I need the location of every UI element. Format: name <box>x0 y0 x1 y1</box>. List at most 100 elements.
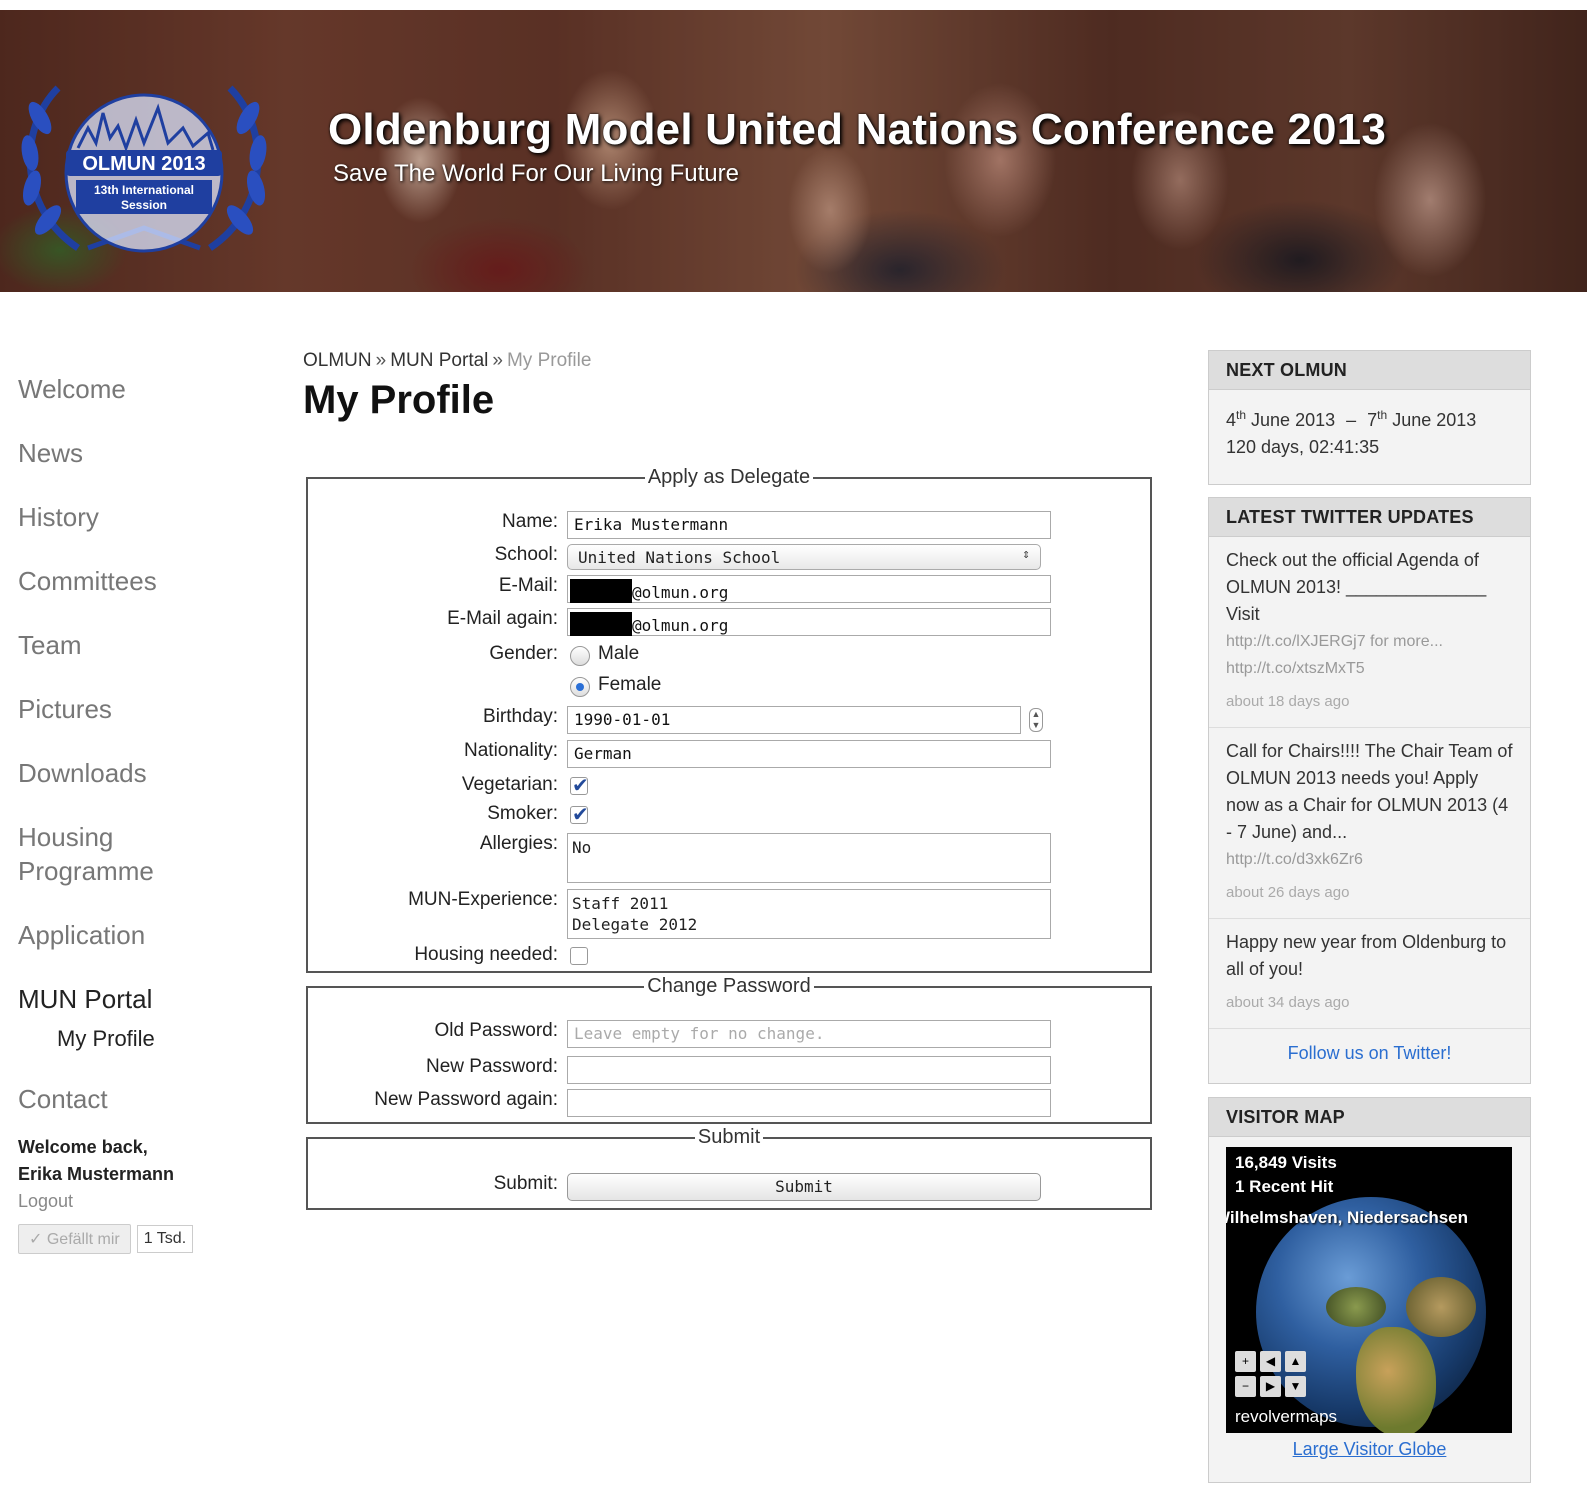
gender-label: Gender: <box>489 643 558 664</box>
breadcrumb-current: My Profile <box>506 350 592 371</box>
large-visitor-globe-link[interactable]: Large Visitor Globe <box>1209 1439 1530 1468</box>
like-count: 1 Tsd. <box>136 1225 194 1253</box>
site-header: OLMUN 2013 13th International Session Ol… <box>0 10 1587 292</box>
new-password-input[interactable] <box>567 1056 1051 1084</box>
name-input[interactable]: Erika Mustermann <box>567 511 1051 539</box>
rotate-left-icon[interactable]: ◀ <box>1260 1351 1281 1372</box>
mun-experience-textarea[interactable]: Staff 2011 Delegate 2012 <box>567 889 1051 939</box>
rotate-down-icon[interactable]: ▼ <box>1285 1376 1306 1397</box>
nav-item-housing-programme[interactable]: Housing Programme <box>18 820 178 888</box>
breadcrumb-mun-portal[interactable]: MUN Portal <box>390 350 488 371</box>
visitor-map-box: VISITOR MAP 16,849 Visits 1 Recent Hit W… <box>1208 1097 1531 1483</box>
birthday-label: Birthday: <box>483 706 558 727</box>
vegetarian-label: Vegetarian: <box>461 774 558 795</box>
new-password-again-input[interactable] <box>567 1089 1051 1117</box>
breadcrumb-separator: » <box>492 350 503 371</box>
tweet-time[interactable]: about 26 days ago <box>1226 879 1513 906</box>
site-subtitle: Save The World For Our Living Future <box>333 160 739 187</box>
svg-text:Session: Session <box>121 198 167 212</box>
old-password-label: Old Password: <box>434 1020 558 1041</box>
mun-experience-label: MUN-Experience: <box>408 889 558 910</box>
allergies-label: Allergies: <box>479 833 558 854</box>
site-title: Oldenburg Model United Nations Conferenc… <box>328 105 1387 154</box>
recent-location: Wilhelmshaven, Niedersachsen <box>1226 1208 1469 1227</box>
birthday-input[interactable]: 1990-01-01 <box>567 706 1021 734</box>
tweet-item: Happy new year from Oldenburg to all of … <box>1209 919 1530 1029</box>
nav-item-contact[interactable]: Contact <box>18 1082 248 1116</box>
change-password-fieldset: Change Password Old Password: Leave empt… <box>306 975 1152 1124</box>
email-again-input[interactable]: @olmun.org <box>567 608 1051 636</box>
nav-item-committees[interactable]: Committees <box>18 564 248 598</box>
school-select[interactable]: United Nations School ⇕ <box>567 544 1041 570</box>
nav-item-news[interactable]: News <box>18 436 248 470</box>
nav-item-welcome[interactable]: Welcome <box>18 372 248 406</box>
new-password-label: New Password: <box>426 1056 558 1077</box>
tweet-text: Happy new year from Oldenburg to all of … <box>1226 932 1507 979</box>
tweet-time[interactable]: about 18 days ago <box>1226 688 1513 715</box>
nav-item-downloads[interactable]: Downloads <box>18 756 248 790</box>
apply-delegate-fieldset: Apply as Delegate Name: Erika Mustermann… <box>306 466 1152 973</box>
nationality-label: Nationality: <box>464 740 558 761</box>
housing-needed-checkbox[interactable] <box>570 947 588 965</box>
revolvermaps-brand[interactable]: revolvermaps <box>1235 1407 1337 1427</box>
visit-count: 16,849 Visits <box>1235 1153 1337 1172</box>
birthday-stepper-icon[interactable]: ▲ ▼ <box>1029 708 1043 732</box>
next-olmun-box: NEXT OLMUN 4th June 2013 – 7th June 2013… <box>1208 350 1531 485</box>
submit-button[interactable]: Submit <box>567 1173 1041 1201</box>
tweet-time[interactable]: about 34 days ago <box>1226 989 1513 1016</box>
tweet-text: Check out the official Agenda of OLMUN 2… <box>1226 550 1487 624</box>
change-password-legend: Change Password <box>647 975 811 997</box>
nav-item-team[interactable]: Team <box>18 628 248 662</box>
submit-fieldset: Submit Submit: Submit <box>306 1126 1152 1210</box>
date-dash: – <box>1346 410 1357 430</box>
submit-legend: Submit <box>697 1126 761 1148</box>
allergies-textarea[interactable]: No <box>567 833 1051 883</box>
tweet-link[interactable]: http://t.co/d3xk6Zr6 <box>1226 846 1513 873</box>
email-input[interactable]: @olmun.org <box>567 575 1051 603</box>
school-select-value: United Nations School <box>578 548 781 567</box>
submit-label: Submit: <box>493 1173 558 1194</box>
email-again-label: E-Mail again: <box>447 608 558 629</box>
end-day-suffix: th <box>1377 408 1388 422</box>
email-domain: @olmun.org <box>632 583 729 602</box>
apply-delegate-legend: Apply as Delegate <box>647 466 811 488</box>
smoker-checkbox[interactable] <box>570 802 589 827</box>
gender-female-label: Female <box>598 674 662 695</box>
email-label: E-Mail: <box>498 575 558 596</box>
nav-item-history[interactable]: History <box>18 500 248 534</box>
follow-twitter-link[interactable]: Follow us on Twitter! <box>1209 1029 1530 1080</box>
start-day: 4 <box>1226 410 1237 430</box>
new-password-again-label: New Password again: <box>374 1089 558 1110</box>
end-month-year: June 2013 <box>1387 410 1477 430</box>
page-title: My Profile <box>303 378 495 422</box>
rotate-up-icon[interactable]: ▲ <box>1285 1351 1306 1372</box>
school-label: School: <box>494 544 558 565</box>
olmun-logo[interactable]: OLMUN 2013 13th International Session <box>18 58 270 268</box>
twitter-box: LATEST TWITTER UPDATES Check out the off… <box>1208 497 1531 1084</box>
nationality-input[interactable]: German <box>567 740 1051 768</box>
nav-item-mun-portal[interactable]: MUN Portal <box>18 982 248 1016</box>
start-day-suffix: th <box>1236 408 1247 422</box>
gender-female-radio[interactable] <box>570 677 590 697</box>
nav-item-application[interactable]: Application <box>18 918 248 952</box>
zoom-out-icon[interactable]: − <box>1235 1376 1256 1397</box>
gender-male-label: Male <box>598 643 640 664</box>
end-day: 7 <box>1367 410 1378 430</box>
nav-subitem-my-profile[interactable]: My Profile <box>57 1026 248 1052</box>
breadcrumb-separator: » <box>375 350 387 371</box>
tweet-link[interactable]: http://t.co/lXJERGj7 for more... http://… <box>1226 628 1513 682</box>
welcome-line-1: Welcome back, <box>18 1137 148 1157</box>
like-button[interactable]: ✓ Gefällt mir <box>18 1224 131 1254</box>
breadcrumb-olmun[interactable]: OLMUN <box>303 350 372 371</box>
nav-item-pictures[interactable]: Pictures <box>18 692 248 726</box>
twitter-title: LATEST TWITTER UPDATES <box>1209 498 1530 537</box>
old-password-input[interactable]: Leave empty for no change. <box>567 1020 1051 1048</box>
visitor-globe[interactable]: 16,849 Visits 1 Recent Hit Wilhelmshaven… <box>1226 1147 1512 1433</box>
logout-link[interactable]: Logout <box>18 1191 73 1211</box>
zoom-in-icon[interactable]: + <box>1235 1351 1256 1372</box>
start-month-year: June 2013 <box>1246 410 1336 430</box>
vegetarian-checkbox[interactable] <box>570 773 589 798</box>
gender-male-radio[interactable] <box>570 646 590 666</box>
rotate-right-icon[interactable]: ▶ <box>1260 1376 1281 1397</box>
next-olmun-body: 4th June 2013 – 7th June 2013 120 days, … <box>1209 390 1530 473</box>
